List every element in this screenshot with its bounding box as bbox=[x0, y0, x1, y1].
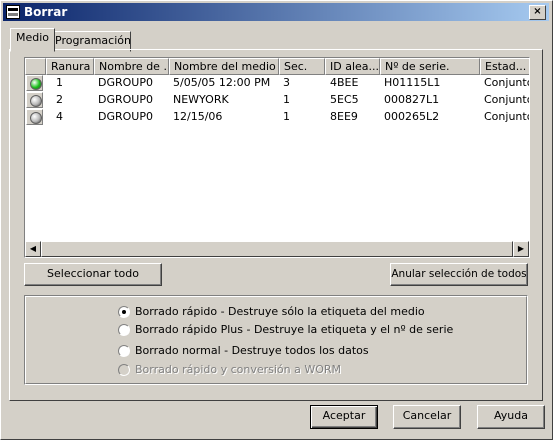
arrow-right-icon: ▶ bbox=[517, 244, 525, 253]
column-header-status[interactable] bbox=[25, 58, 46, 75]
status-cell bbox=[26, 109, 43, 125]
radio-button-icon bbox=[118, 364, 130, 376]
table-row[interactable]: 4 DGROUP0 12/15/06 1 8EE9 000265L2 Conju… bbox=[25, 109, 530, 125]
group-cell: DGROUP0 bbox=[98, 93, 153, 106]
state-cell: Conjunto bbox=[484, 93, 530, 106]
scroll-right-button[interactable]: ▶ bbox=[513, 241, 529, 257]
media-cell: 5/05/05 12:00 PM bbox=[173, 76, 271, 89]
option-label: Borrado normal - Destruye todos los dato… bbox=[135, 344, 369, 357]
id-cell: 4BEE bbox=[330, 76, 359, 89]
radio-button-icon[interactable] bbox=[118, 306, 130, 318]
status-led-icon bbox=[30, 78, 42, 90]
help-button[interactable]: Ayuda bbox=[477, 405, 545, 429]
column-header-ranura[interactable]: Ranura bbox=[46, 58, 94, 75]
close-button[interactable]: × bbox=[529, 5, 546, 20]
id-cell: 8EE9 bbox=[330, 110, 358, 123]
column-header-estado[interactable]: Estad... bbox=[480, 58, 529, 75]
radio-button-icon[interactable] bbox=[118, 324, 130, 336]
state-cell: Conjunto bbox=[484, 110, 530, 123]
status-cell bbox=[26, 92, 43, 108]
state-cell: Conjunto bbox=[484, 76, 530, 89]
accept-button[interactable]: Aceptar bbox=[310, 405, 378, 429]
column-header-nombre-medio[interactable]: Nombre del medio bbox=[169, 58, 279, 75]
media-list[interactable]: Ranura Nombre de ... Nombre del medio Se… bbox=[24, 57, 530, 258]
serial-cell: 000827L1 bbox=[384, 93, 440, 106]
group-cell: DGROUP0 bbox=[98, 110, 153, 123]
status-led-icon bbox=[30, 95, 42, 107]
table-row[interactable]: 1 DGROUP0 5/05/05 12:00 PM 3 4BEE H01115… bbox=[25, 75, 530, 91]
status-led-icon bbox=[30, 112, 42, 124]
option-label: Borrado rápido y conversión a WORM bbox=[135, 363, 342, 376]
media-cell: 12/15/06 bbox=[173, 110, 223, 123]
column-header-sec[interactable]: Sec. bbox=[279, 58, 325, 75]
column-header-nombre-grupo[interactable]: Nombre de ... bbox=[94, 58, 169, 75]
media-cell: NEWYORK bbox=[173, 93, 229, 106]
tab-label: Programación bbox=[55, 34, 131, 47]
sec-cell: 3 bbox=[283, 76, 290, 89]
group-cell: DGROUP0 bbox=[98, 76, 153, 89]
list-header: Ranura Nombre de ... Nombre del medio Se… bbox=[25, 58, 529, 75]
slot-cell: 1 bbox=[56, 76, 63, 89]
column-header-serie[interactable]: Nº de serie. bbox=[380, 58, 480, 75]
sec-cell: 1 bbox=[283, 93, 290, 106]
sec-cell: 1 bbox=[283, 110, 290, 123]
app-icon bbox=[6, 5, 20, 19]
cancel-button[interactable]: Cancelar bbox=[393, 405, 461, 429]
table-row[interactable]: 2 DGROUP0 NEWYORK 1 5EC5 000827L1 Conjun… bbox=[25, 92, 530, 108]
option-label: Borrado rápido - Destruye sólo la etique… bbox=[135, 305, 425, 318]
tab-medio[interactable]: Medio bbox=[10, 28, 55, 52]
scroll-thumb[interactable] bbox=[41, 241, 513, 257]
slot-cell: 4 bbox=[56, 110, 63, 123]
arrow-left-icon: ◀ bbox=[29, 244, 37, 253]
status-cell bbox=[26, 75, 43, 91]
serial-cell: 000265L2 bbox=[384, 110, 440, 123]
column-header-id[interactable]: ID alea... bbox=[325, 58, 380, 75]
serial-cell: H01115L1 bbox=[384, 76, 441, 89]
scroll-left-button[interactable]: ◀ bbox=[25, 241, 41, 257]
horizontal-scrollbar[interactable]: ◀ ▶ bbox=[25, 241, 529, 257]
id-cell: 5EC5 bbox=[330, 93, 359, 106]
slot-cell: 2 bbox=[56, 93, 63, 106]
close-icon: × bbox=[533, 6, 542, 17]
radio-button-icon[interactable] bbox=[118, 345, 130, 357]
option-label: Borrado rápido Plus - Destruye la etique… bbox=[135, 323, 454, 336]
window-title: Borrar bbox=[24, 5, 68, 19]
title-bar: Borrar × bbox=[3, 3, 549, 21]
tab-label: Medio bbox=[15, 31, 50, 44]
